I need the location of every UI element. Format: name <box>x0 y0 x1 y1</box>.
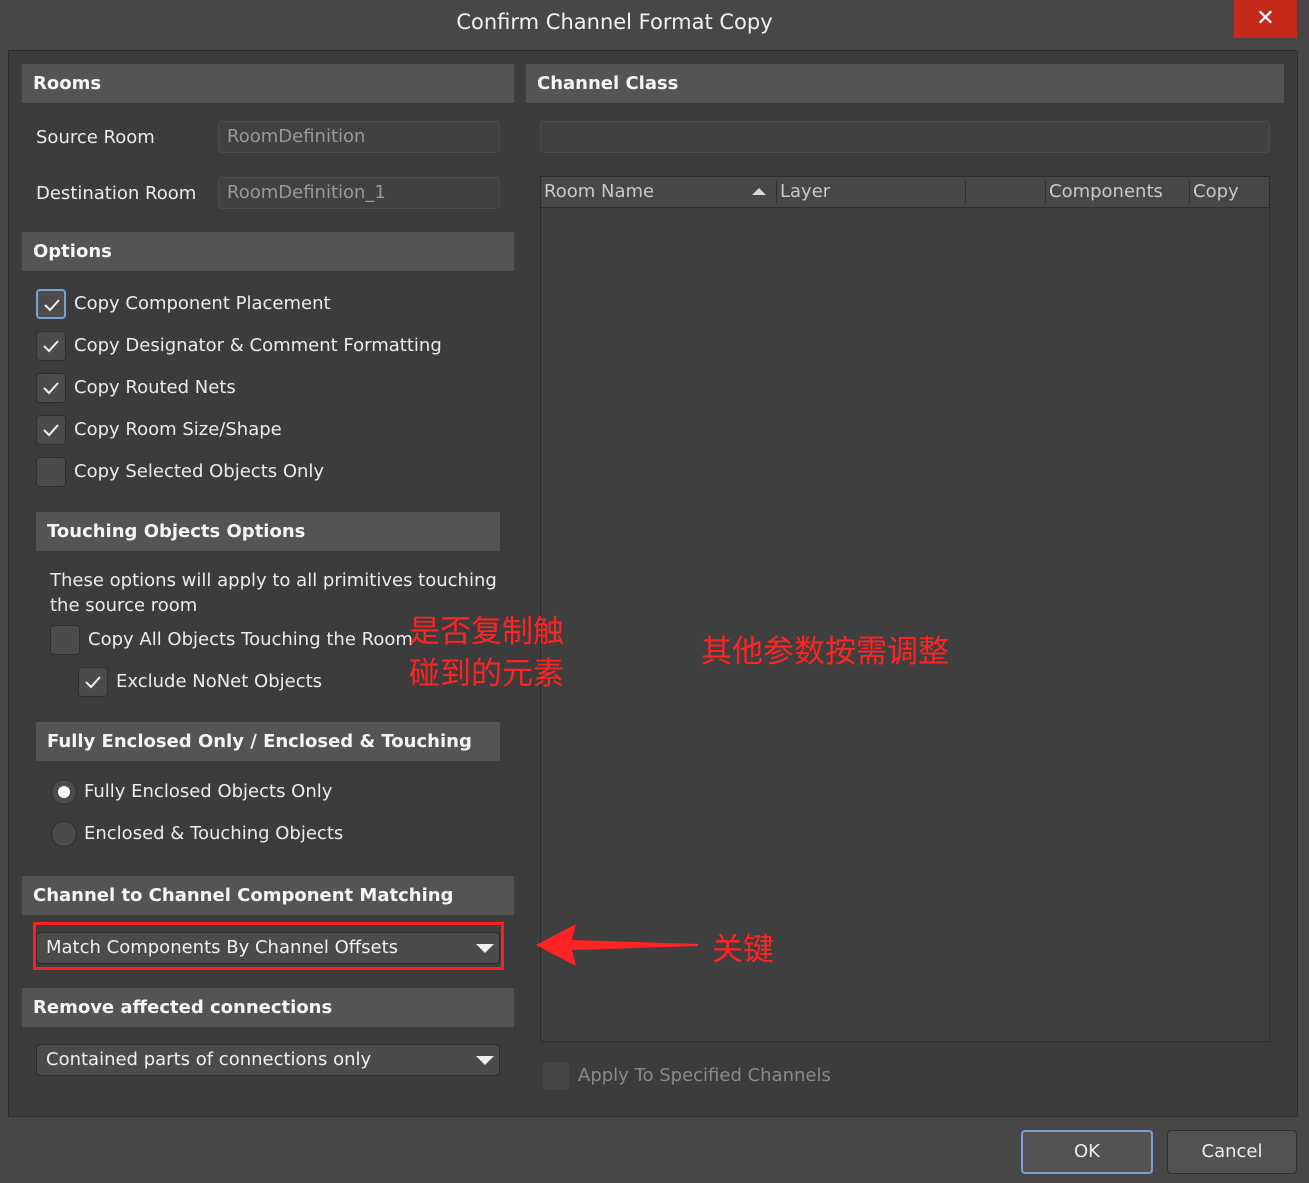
enclosed-touching-label: Enclosed & Touching Objects <box>84 823 344 844</box>
copy-component-placement-checkbox[interactable] <box>36 289 66 319</box>
table-header: Room Name Layer Components Copy <box>541 177 1269 208</box>
copy-room-size-checkbox[interactable] <box>36 415 66 445</box>
copy-selected-only-label: Copy Selected Objects Only <box>74 461 325 482</box>
ok-button[interactable]: OK <box>1021 1130 1153 1174</box>
checkmark-icon <box>85 676 101 689</box>
close-icon: ✕ <box>1256 6 1275 31</box>
highlight-box <box>33 922 504 970</box>
copy-all-touching-checkbox[interactable] <box>50 625 80 655</box>
destination-room-field[interactable]: RoomDefinition_1 <box>218 177 500 209</box>
annotation-other-params: 其他参数按需调整 <box>701 634 949 670</box>
fully-enclosed-label: Fully Enclosed Objects Only <box>84 781 333 802</box>
column-components[interactable]: Components <box>1046 177 1189 207</box>
checkmark-icon <box>43 340 59 353</box>
remove-connections-dropdown[interactable]: Contained parts of connections only <box>36 1044 500 1076</box>
destination-room-label: Destination Room <box>36 183 197 204</box>
apply-specified-channels-checkbox[interactable] <box>541 1061 571 1091</box>
apply-specified-channels-label: Apply To Specified Channels <box>578 1065 831 1086</box>
channel-class-heading: Channel Class <box>526 64 1284 103</box>
fully-enclosed-radio[interactable] <box>51 779 77 805</box>
exclude-nonet-checkbox[interactable] <box>78 667 108 697</box>
red-arrow-icon <box>536 924 698 966</box>
touching-description-line1: These options will apply to all primitiv… <box>50 570 497 591</box>
column-copy[interactable]: Copy <box>1190 177 1268 207</box>
checkmark-icon <box>44 299 60 312</box>
channel-class-field[interactable] <box>540 121 1270 153</box>
copy-routed-nets-checkbox[interactable] <box>36 373 66 403</box>
column-empty[interactable] <box>966 177 1047 207</box>
copy-selected-only-checkbox[interactable] <box>36 457 66 487</box>
annotation-touch-line2: 碰到的元素 <box>409 656 564 692</box>
close-button[interactable]: ✕ <box>1234 0 1297 38</box>
column-layer[interactable]: Layer <box>777 177 965 207</box>
exclude-nonet-label: Exclude NoNet Objects <box>116 671 323 692</box>
enclosed-touching-radio[interactable] <box>51 821 77 847</box>
annotation-touch-line1: 是否复制触 <box>409 614 564 650</box>
sort-ascending-icon <box>752 188 766 195</box>
copy-designator-label: Copy Designator & Comment Formatting <box>74 335 442 356</box>
copy-room-size-label: Copy Room Size/Shape <box>74 419 282 440</box>
window-title: Confirm Channel Format Copy <box>456 10 773 34</box>
copy-designator-checkbox[interactable] <box>36 331 66 361</box>
touching-options-heading: Touching Objects Options <box>36 512 500 551</box>
annotation-key: 关键 <box>712 932 774 968</box>
copy-component-placement-label: Copy Component Placement <box>74 293 331 314</box>
remove-connections-heading: Remove affected connections <box>22 988 514 1027</box>
source-room-field[interactable]: RoomDefinition <box>218 121 500 153</box>
source-room-label: Source Room <box>36 127 155 148</box>
channels-table: Room Name Layer Components Copy <box>540 176 1270 1042</box>
radio-selected-dot <box>58 786 70 798</box>
checkmark-icon <box>43 424 59 437</box>
column-room-name[interactable]: Room Name <box>541 177 774 207</box>
matching-heading: Channel to Channel Component Matching <box>22 876 514 915</box>
chevron-down-icon <box>476 1056 494 1065</box>
enclosure-heading: Fully Enclosed Only / Enclosed & Touchin… <box>36 722 500 761</box>
checkmark-icon <box>43 382 59 395</box>
cancel-button[interactable]: Cancel <box>1167 1130 1297 1174</box>
rooms-heading: Rooms <box>22 64 514 103</box>
touching-description-line2: the source room <box>50 595 198 616</box>
options-heading: Options <box>22 232 514 271</box>
copy-all-touching-label: Copy All Objects Touching the Room <box>88 629 413 650</box>
copy-routed-nets-label: Copy Routed Nets <box>74 377 236 398</box>
remove-connections-value: Contained parts of connections only <box>46 1049 372 1070</box>
